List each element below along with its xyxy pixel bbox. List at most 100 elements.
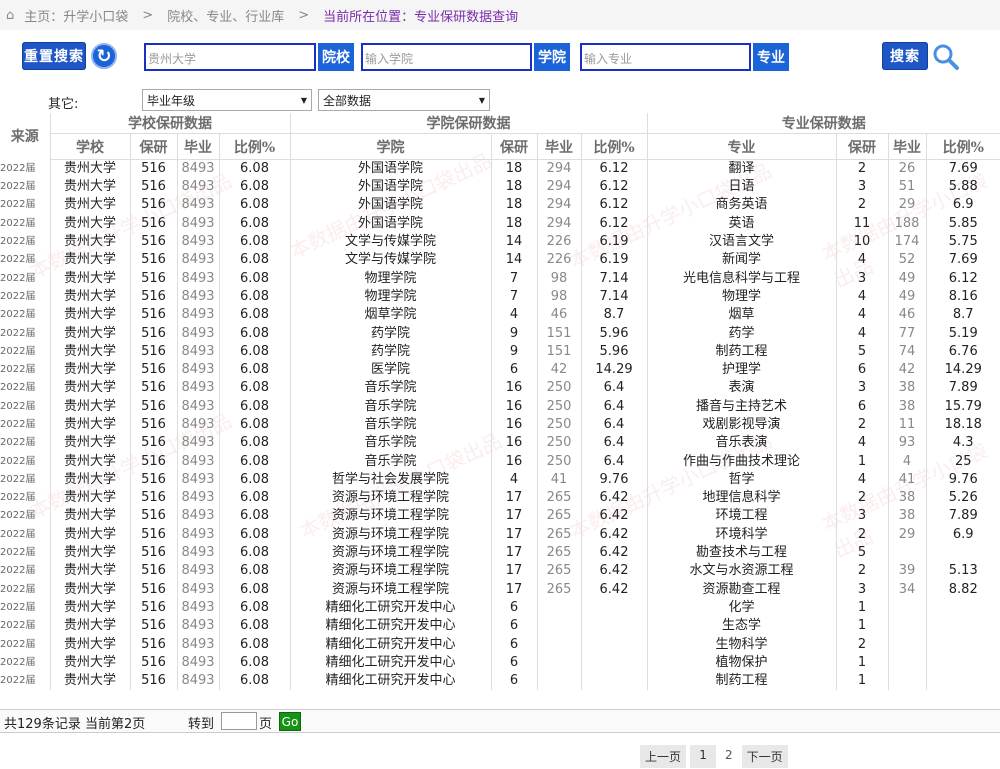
school-cell: 贵州大学 bbox=[49, 434, 130, 453]
school-baoyan-cell: 516 bbox=[129, 269, 177, 288]
source-cell: 2022届 bbox=[0, 620, 36, 632]
college-ratio-cell bbox=[580, 653, 647, 673]
source-cell: 2022届 bbox=[0, 236, 36, 248]
school-baoyan-cell: 516 bbox=[129, 287, 177, 307]
major-grad-header: 毕业 bbox=[887, 133, 926, 160]
source-cell: 2022届 bbox=[0, 217, 36, 229]
school-ratio-cell: 6.08 bbox=[218, 580, 290, 599]
major-grad-cell: 41 bbox=[887, 470, 926, 490]
source-cell: 2022届 bbox=[0, 437, 36, 449]
table-row: 2022届 贵州大学 516 8493 6.08 音乐学院 16 250 6.4 戏剧影视导演 2 1… bbox=[0, 415, 1000, 435]
major-ratio-cell bbox=[925, 672, 1000, 691]
school-ratio-cell: 6.08 bbox=[218, 507, 290, 526]
college-grad-cell bbox=[536, 672, 581, 691]
breadcrumb-separator: > bbox=[298, 7, 310, 23]
school-grad-cell: 8493 bbox=[176, 214, 219, 233]
college-header: 学院 bbox=[289, 133, 491, 160]
major-input[interactable]: 输入专业 bbox=[580, 43, 751, 71]
major-baoyan-cell: 4 bbox=[835, 306, 888, 325]
table-row: 2022届 贵州大学 516 8493 6.08 资源与环境工程学院 17 265 6.42 勘查… bbox=[0, 543, 1000, 563]
major-baoyan-header: 保研 bbox=[835, 133, 888, 160]
college-grad-cell: 265 bbox=[536, 489, 581, 508]
breadcrumb: ⌂ 主页：升学小口袋 > 院校、专业、行业库 > 当前所在位置：专业保研数据查询 bbox=[0, 0, 1000, 30]
school-grad-cell: 8493 bbox=[176, 287, 219, 307]
school-search-button[interactable]: 院校 bbox=[318, 43, 354, 71]
table-row: 2022届 贵州大学 516 8493 6.08 资源与环境工程学院 17 265 6.42 环境… bbox=[0, 525, 1000, 544]
major-cell: 资源勘查工程 bbox=[646, 580, 836, 599]
college-ratio-header: 比例% bbox=[580, 133, 647, 160]
college-cell: 外国语学院 bbox=[289, 196, 491, 215]
home-icon[interactable]: ⌂ bbox=[6, 8, 14, 23]
college-cell: 精细化工研究开发中心 bbox=[289, 635, 491, 654]
page-1-link[interactable]: 1 bbox=[690, 745, 717, 768]
major-grad-cell: 49 bbox=[887, 287, 926, 307]
college-baoyan-cell: 17 bbox=[490, 543, 537, 563]
college-grad-cell bbox=[536, 653, 581, 673]
major-baoyan-cell: 1 bbox=[835, 672, 888, 691]
school-grad-cell: 8493 bbox=[176, 342, 219, 361]
college-baoyan-cell: 17 bbox=[490, 507, 537, 526]
major-cell: 环境工程 bbox=[646, 507, 836, 526]
table-row: 2022届 贵州大学 516 8493 6.08 外国语学院 18 294 6.12 日语 3 51 5… bbox=[0, 178, 1000, 197]
major-grad-cell: 4 bbox=[887, 452, 926, 471]
major-ratio-cell: 5.26 bbox=[925, 489, 1000, 508]
school-baoyan-cell: 516 bbox=[129, 452, 177, 471]
table-row: 2022届 贵州大学 516 8493 6.08 音乐学院 16 250 6.4 音乐表演 4 93 4… bbox=[0, 434, 1000, 453]
next-page-button[interactable]: 下一页 bbox=[741, 745, 788, 768]
major-ratio-cell: 25 bbox=[925, 452, 1000, 471]
school-baoyan-cell: 516 bbox=[129, 617, 177, 636]
breadcrumb-level2[interactable]: 院校、专业、行业库 bbox=[167, 6, 284, 25]
college-grad-cell: 265 bbox=[536, 507, 581, 526]
major-baoyan-cell: 2 bbox=[835, 159, 888, 178]
source-cell: 2022届 bbox=[0, 327, 36, 339]
major-baoyan-cell: 10 bbox=[835, 232, 888, 252]
major-ratio-cell: 4.3 bbox=[925, 434, 1000, 453]
data-scope-select[interactable]: 全部数据 ▼ bbox=[318, 89, 490, 111]
prev-page-button[interactable]: 上一页 bbox=[640, 745, 687, 768]
college-grad-cell: 98 bbox=[536, 287, 581, 307]
source-cell: 2022届 bbox=[0, 272, 36, 284]
college-baoyan-cell: 6 bbox=[490, 617, 537, 636]
major-baoyan-cell: 3 bbox=[835, 269, 888, 288]
school-ratio-cell: 6.08 bbox=[218, 672, 290, 691]
school-cell: 贵州大学 bbox=[49, 452, 130, 471]
college-baoyan-cell: 9 bbox=[490, 324, 537, 343]
college-cell: 外国语学院 bbox=[289, 159, 491, 178]
major-grad-cell: 42 bbox=[887, 360, 926, 380]
major-search-button[interactable]: 专业 bbox=[753, 43, 789, 71]
school-cell: 贵州大学 bbox=[49, 324, 130, 343]
breadcrumb-home[interactable]: 主页：升学小口袋 bbox=[24, 6, 128, 25]
college-grad-cell: 250 bbox=[536, 397, 581, 416]
college-search-button[interactable]: 学院 bbox=[534, 43, 570, 71]
major-grad-cell: 38 bbox=[887, 507, 926, 526]
major-grad-cell: 29 bbox=[887, 525, 926, 544]
major-ratio-cell: 6.9 bbox=[925, 196, 1000, 215]
school-input[interactable]: 贵州大学 bbox=[144, 43, 316, 71]
goto-page-input[interactable] bbox=[221, 712, 257, 730]
major-cell: 新闻学 bbox=[646, 251, 836, 270]
college-ratio-cell: 6.42 bbox=[580, 525, 647, 544]
refresh-icon[interactable]: ↻ bbox=[91, 43, 117, 69]
data-scope-value: 全部数据 bbox=[323, 93, 372, 108]
school-ratio-cell: 6.08 bbox=[218, 324, 290, 343]
grad-year-select[interactable]: 毕业年级 ▼ bbox=[142, 89, 312, 111]
school-ratio-cell: 6.08 bbox=[218, 617, 290, 636]
school-grad-cell: 8493 bbox=[176, 232, 219, 252]
college-baoyan-cell: 17 bbox=[490, 562, 537, 581]
major-cell: 化学 bbox=[646, 598, 836, 618]
college-input[interactable]: 输入学院 bbox=[361, 43, 532, 71]
school-baoyan-cell: 516 bbox=[129, 306, 177, 325]
search-button[interactable]: 搜索 bbox=[882, 42, 928, 70]
college-cell: 外国语学院 bbox=[289, 214, 491, 233]
chevron-down-icon: ▼ bbox=[478, 95, 485, 105]
major-baoyan-cell: 5 bbox=[835, 342, 888, 361]
search-icon[interactable] bbox=[932, 43, 960, 71]
page-unit-label: 页 bbox=[259, 717, 273, 732]
go-button[interactable]: Go bbox=[279, 712, 301, 731]
school-cell: 贵州大学 bbox=[49, 580, 130, 599]
reset-search-button[interactable]: 重置搜索 bbox=[22, 42, 86, 70]
major-baoyan-cell: 4 bbox=[835, 287, 888, 307]
school-baoyan-cell: 516 bbox=[129, 178, 177, 197]
major-cell: 药学 bbox=[646, 324, 836, 343]
school-baoyan-cell: 516 bbox=[129, 507, 177, 526]
